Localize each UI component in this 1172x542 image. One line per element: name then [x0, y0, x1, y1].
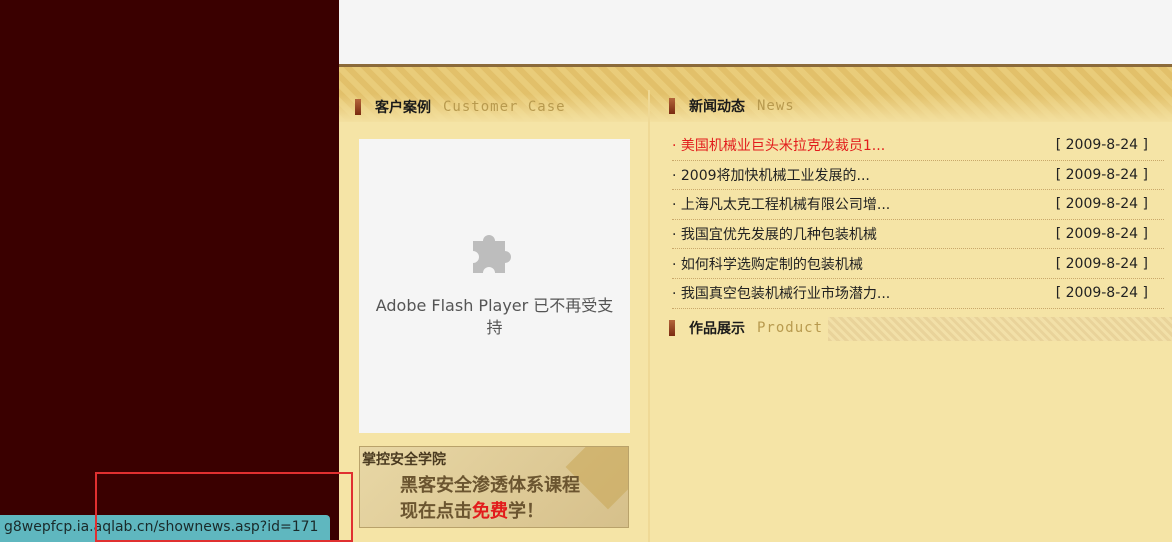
- ad-cta-suffix: 学！: [508, 501, 544, 522]
- news-date: [ 2009-8-24 ]: [1055, 255, 1148, 272]
- news-row[interactable]: · 上海凡太克工程机械有限公司增... [ 2009-8-24 ]: [672, 190, 1164, 220]
- news-row[interactable]: · 我国真空包装机械行业市场潜力... [ 2009-8-24 ]: [672, 279, 1164, 309]
- ad-headline: 黑客安全渗透体系课程: [400, 475, 580, 496]
- cases-title: 客户案例: [375, 100, 431, 116]
- ad-cta-prefix: 现在点击: [400, 501, 472, 522]
- news-date: [ 2009-8-24 ]: [1055, 196, 1148, 213]
- news-title-link[interactable]: · 我国宜优先发展的几种包装机械: [672, 224, 877, 244]
- column-divider: [648, 90, 650, 542]
- news-title-link[interactable]: · 我国真空包装机械行业市场潜力...: [672, 283, 890, 303]
- left-background: [0, 0, 339, 542]
- news-title-link[interactable]: · 2009将加快机械工业发展的...: [672, 165, 870, 185]
- flash-message: Adobe Flash Player 已不再受支持: [375, 296, 614, 337]
- news-heading: 新闻动态 News: [669, 93, 795, 119]
- news-date: [ 2009-8-24 ]: [1055, 226, 1148, 243]
- news-row[interactable]: · 如何科学选购定制的包装机械 [ 2009-8-24 ]: [672, 249, 1164, 279]
- news-title-link[interactable]: · 如何科学选购定制的包装机械: [672, 254, 863, 274]
- flash-placeholder[interactable]: Adobe Flash Player 已不再受支持: [359, 139, 630, 433]
- news-date: [ 2009-8-24 ]: [1055, 137, 1148, 154]
- news-date: [ 2009-8-24 ]: [1055, 285, 1148, 302]
- news-list: · 美国机械业巨头米拉克龙裁员1...[ 2009-8-24 ] · 2009将加…: [672, 131, 1164, 309]
- product-heading-stripe: [828, 317, 1172, 341]
- cases-subtitle: Customer Case: [443, 99, 566, 115]
- product-title: 作品展示: [689, 321, 745, 337]
- product-subtitle: Product: [757, 320, 824, 336]
- news-row[interactable]: · 我国宜优先发展的几种包装机械 [ 2009-8-24 ]: [672, 220, 1164, 250]
- ad-cta-free: 免费: [472, 501, 508, 522]
- news-row[interactable]: · 美国机械业巨头米拉克龙裁员1... [ 2009-8-24 ]: [672, 131, 1164, 161]
- section-marker-icon: [669, 320, 675, 336]
- news-title: 新闻动态: [689, 99, 745, 115]
- highlight-annotation-box: [95, 472, 353, 542]
- puzzle-piece-icon: [473, 235, 511, 273]
- ad-school-name: 掌控安全学院: [362, 452, 446, 468]
- top-header-area: [339, 0, 1172, 64]
- section-marker-icon: [669, 98, 675, 114]
- product-heading: 作品展示 Product: [669, 315, 823, 341]
- news-subtitle: News: [757, 98, 795, 114]
- news-row[interactable]: · 2009将加快机械工业发展的... [ 2009-8-24 ]: [672, 161, 1164, 191]
- ad-cta: 现在点击免费学！: [400, 497, 544, 523]
- cases-heading: 客户案例 Customer Case: [355, 94, 566, 120]
- news-title-link[interactable]: · 美国机械业巨头米拉克龙裁员1...: [672, 135, 885, 155]
- course-ad-banner[interactable]: 掌控安全学院 黑客安全渗透体系课程 现在点击免费学！: [359, 446, 629, 528]
- news-date: [ 2009-8-24 ]: [1055, 166, 1148, 183]
- section-marker-icon: [355, 99, 361, 115]
- news-title-link[interactable]: · 上海凡太克工程机械有限公司增...: [672, 194, 890, 214]
